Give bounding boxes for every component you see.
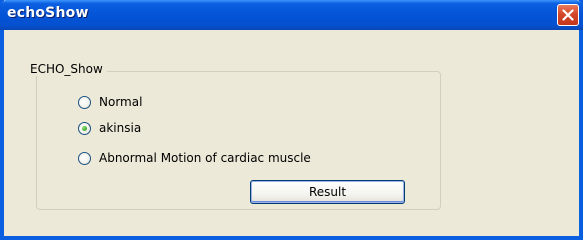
radio-selected-dot	[82, 125, 87, 131]
radio-button[interactable]	[78, 95, 91, 109]
title-bar[interactable]: echoShow	[0, 0, 583, 30]
radio-option-abnormal-motion[interactable]: Abnormal Motion of cardiac muscle	[78, 150, 311, 166]
radio-button[interactable]	[78, 121, 91, 135]
close-button[interactable]	[557, 4, 579, 26]
close-icon	[562, 9, 574, 21]
window-title: echoShow	[7, 5, 89, 21]
result-button[interactable]: Result	[250, 180, 405, 204]
radio-option-akinsia[interactable]: akinsia	[78, 120, 141, 136]
radio-label: Abnormal Motion of cardiac muscle	[99, 151, 311, 165]
radio-button[interactable]	[78, 151, 91, 165]
radio-label: akinsia	[99, 121, 142, 135]
radio-option-normal[interactable]: Normal	[78, 94, 142, 110]
radio-label: Normal	[99, 95, 143, 109]
groupbox-label: ECHO_Show	[26, 62, 107, 76]
